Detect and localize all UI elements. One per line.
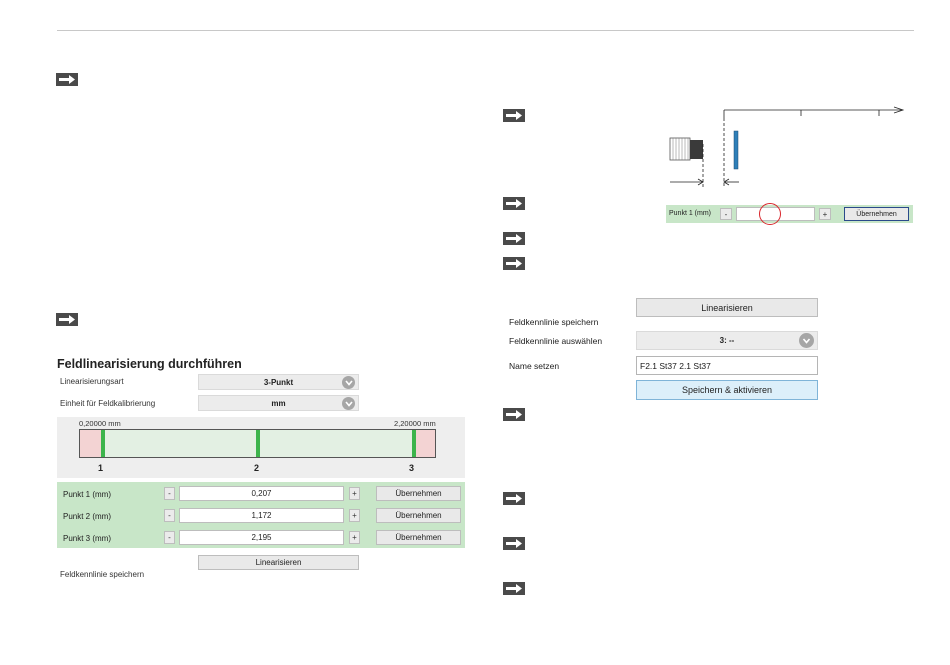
point-3-input[interactable]: 2,195 <box>179 530 344 545</box>
arrow-icon <box>503 109 525 122</box>
linearization-type-select[interactable]: 3-Punkt <box>198 374 359 390</box>
chevron-down-icon <box>342 376 355 389</box>
select-characteristic-label: Feldkennlinie auswählen <box>509 336 603 346</box>
marker-number-2: 2 <box>254 463 260 473</box>
point-1-input[interactable]: 0,207 <box>179 486 344 501</box>
linearization-type-label: Linearisierungsart <box>60 377 124 386</box>
linearize-button[interactable]: Linearisieren <box>198 555 359 570</box>
mini-point-1-plus-button[interactable]: + <box>819 208 831 220</box>
right-linearize-button[interactable]: Linearisieren <box>636 298 818 317</box>
scale-marker-3[interactable] <box>412 430 416 457</box>
mini-point-1-apply-button[interactable]: Übernehmen <box>844 207 909 221</box>
marker-number-3: 3 <box>409 463 415 473</box>
header-rule <box>57 30 914 31</box>
point-2-plus-button[interactable]: + <box>349 509 360 522</box>
point-1-apply-button[interactable]: Übernehmen <box>376 486 461 501</box>
point-1-minus-button[interactable]: - <box>164 487 175 500</box>
name-input[interactable]: F2.1 St37 2.1 St37 <box>636 356 818 375</box>
mini-point-1-label: Punkt 1 (mm) <box>669 210 712 217</box>
select-value: mm <box>271 398 286 408</box>
chevron-down-icon <box>799 333 814 348</box>
scale-marker-2[interactable] <box>256 430 260 457</box>
point-1-plus-button[interactable]: + <box>349 487 360 500</box>
calibration-unit-select[interactable]: mm <box>198 395 359 411</box>
arrow-icon <box>503 232 525 245</box>
arrow-icon <box>503 257 525 270</box>
point-3-label: Punkt 3 (mm) <box>63 534 112 543</box>
scale-out-of-range-right <box>416 430 435 457</box>
select-value: 3: -- <box>719 336 735 345</box>
page-title: Feldlinearisierung durchführen <box>57 357 242 371</box>
point-2-apply-button[interactable]: Übernehmen <box>376 508 461 523</box>
point-2-label: Punkt 2 (mm) <box>63 512 112 521</box>
arrow-icon <box>503 492 525 505</box>
select-value: 3-Punkt <box>263 377 294 387</box>
set-name-label: Name setzen <box>509 361 560 371</box>
scale-bar <box>79 429 436 458</box>
marker-number-1: 1 <box>98 463 104 473</box>
arrow-icon <box>56 73 78 86</box>
save-characteristic-label: Feldkennlinie speichern <box>60 570 145 579</box>
point-2-input[interactable]: 1,172 <box>179 508 344 523</box>
arrow-icon <box>503 537 525 550</box>
right-save-characteristic-label: Feldkennlinie speichern <box>509 317 599 327</box>
arrow-icon <box>56 313 78 326</box>
point-1-label: Punkt 1 (mm) <box>63 490 112 499</box>
scale-out-of-range-left <box>80 430 101 457</box>
sensor-target-diagram <box>669 106 905 188</box>
highlight-circle <box>759 203 781 225</box>
point-3-minus-button[interactable]: - <box>164 531 175 544</box>
scale-max-label: 2,20000 mm <box>394 419 436 428</box>
point-3-apply-button[interactable]: Übernehmen <box>376 530 461 545</box>
characteristic-select[interactable]: 3: -- <box>636 331 818 350</box>
arrow-icon <box>503 197 525 210</box>
scale-marker-1[interactable] <box>101 430 105 457</box>
save-activate-button[interactable]: Speichern & aktivieren <box>636 380 818 400</box>
scale-min-label: 0,20000 mm <box>79 419 121 428</box>
point-3-plus-button[interactable]: + <box>349 531 360 544</box>
point-2-minus-button[interactable]: - <box>164 509 175 522</box>
chevron-down-icon <box>342 397 355 410</box>
arrow-icon <box>503 408 525 421</box>
mini-point-1-minus-button[interactable]: - <box>720 208 732 220</box>
calibration-unit-label: Einheit für Feldkalibrierung <box>60 399 156 408</box>
arrow-icon <box>503 582 525 595</box>
